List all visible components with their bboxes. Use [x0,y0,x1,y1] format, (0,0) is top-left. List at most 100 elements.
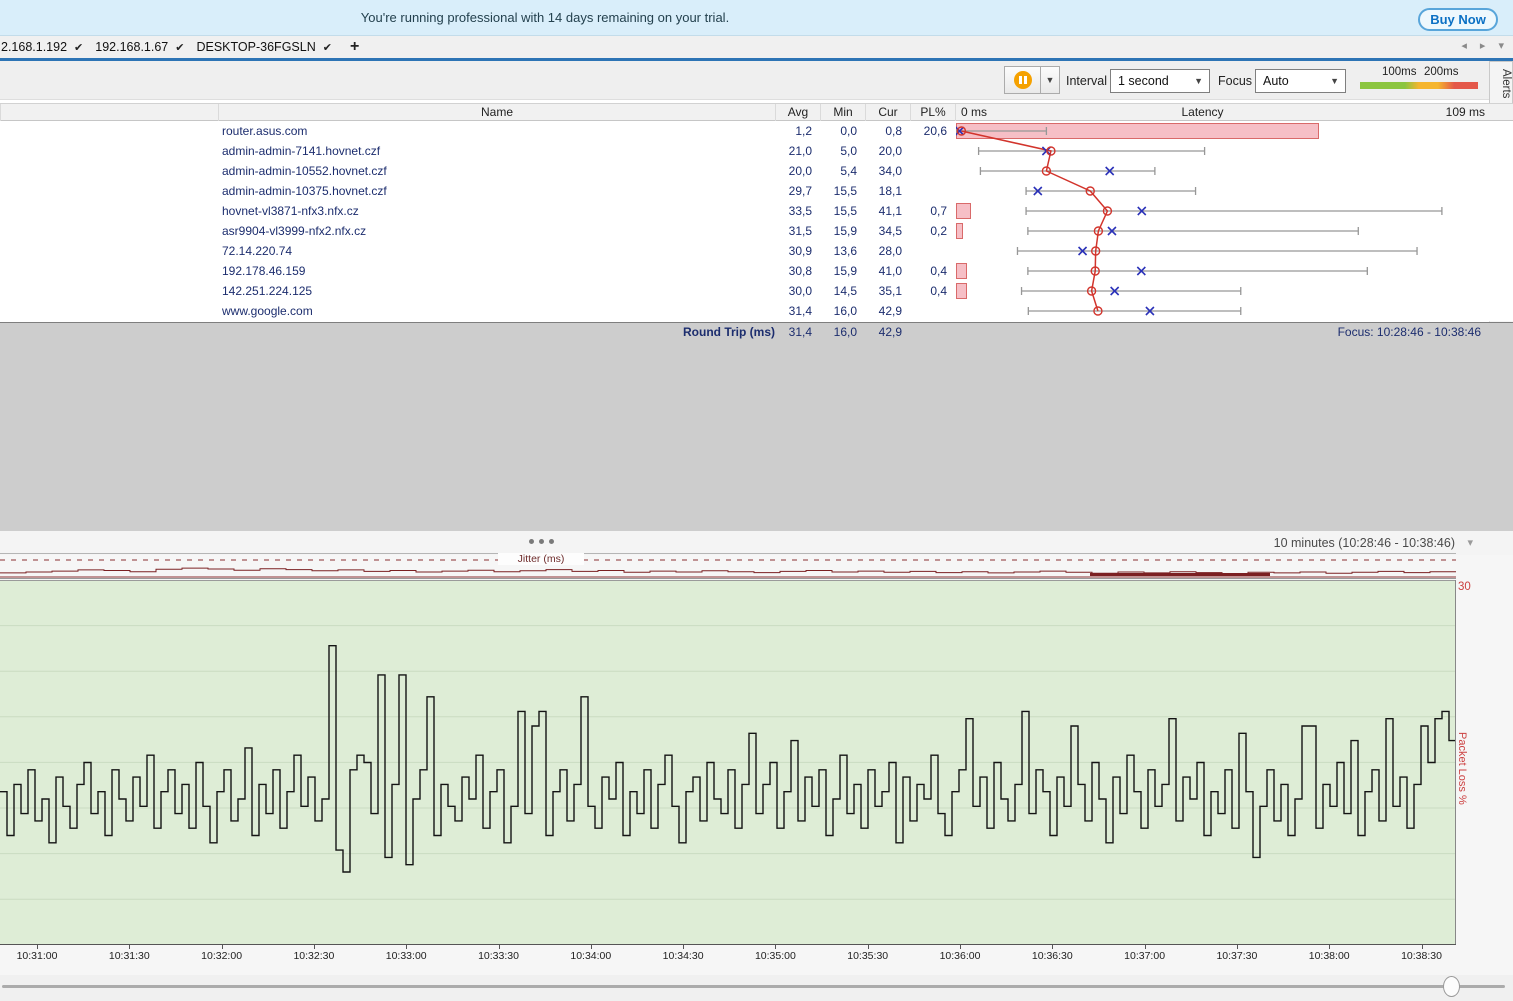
interval-value: 1 second [1118,74,1169,88]
latency-title: Latency [956,104,1449,121]
latency-header: 0 ms Latency 109 ms [955,104,1513,122]
hop-name: 72.14.220.74 [222,244,292,258]
empty-panel [0,341,1513,531]
trial-banner: You're running professional with 14 days… [0,0,1513,36]
target-tabs: 2.168.1.192✔192.168.1.67✔DESKTOP-36FGSLN… [0,36,365,58]
timeline-graph[interactable] [0,580,1456,945]
focus-value: Auto [1263,74,1289,88]
cell-pl: 0,4 [895,264,947,278]
scale-label-200ms: 200ms [1424,66,1459,78]
chevron-down-icon: ▼ [1194,70,1203,92]
axis-tick [868,945,869,949]
time-tick-label: 10:32:00 [190,950,254,962]
pause-button[interactable] [1004,66,1040,94]
packet-loss-bar [957,264,967,279]
packet-loss-bar [957,224,963,239]
axis-tick [591,945,592,949]
buy-now-button[interactable]: Buy Now [1418,8,1498,31]
column-header-name[interactable]: Name [218,104,775,122]
time-tick-label: 10:36:00 [928,950,992,962]
trace-table-header: Name Avg Min Cur PL% 0 ms Latency 109 ms [0,103,1513,121]
hop-name: asr9904-vl3999-nfx2.nfx.cz [222,224,366,238]
hop-name: admin-admin-7141.hovnet.czf [222,144,380,158]
chevron-down-icon: ▼ [1046,75,1055,85]
scale-label-100ms: 100ms [1382,66,1417,78]
splitter-strip: 10 minutes (10:28:46 - 10:38:46) ▾ [0,531,1513,555]
cell-cur: 34,0 [850,164,902,178]
hop-name: admin-admin-10552.hovnet.czf [222,164,387,178]
time-tick-label: 10:31:30 [97,950,161,962]
axis-tick [960,945,961,949]
hop-name: hovnet-vl3871-nfx3.nfx.cz [222,204,359,218]
tab-label: 192.168.1.67 [95,40,168,54]
jitter-axis-label: Jitter (ms) [498,553,584,565]
time-tick-label: 10:34:00 [559,950,623,962]
target-tab[interactable]: 192.168.1.67 ✔ [95,36,196,58]
scrollbar-thumb[interactable] [1443,976,1460,997]
axis-tick [1329,945,1330,949]
axis-tick [775,945,776,949]
time-tick-label: 10:35:00 [743,950,807,962]
cell-cur: 28,0 [850,244,902,258]
axis-tick [1237,945,1238,949]
trace-toolbar: ▼ Interval 1 second ▼ Focus Auto ▼ 100ms… [0,61,1513,100]
check-icon: ✔ [175,41,184,54]
axis-tick [314,945,315,949]
pingplotter-window: You're running professional with 14 days… [0,0,1513,1001]
target-tab[interactable]: DESKTOP-36FGSLN ✔ [196,36,343,58]
cell-cur: 42,9 [850,304,902,318]
time-tick-label: 10:37:00 [1113,950,1177,962]
target-tab-bar: 2.168.1.192✔192.168.1.67✔DESKTOP-36FGSLN… [0,36,1513,58]
round-trip-cur: 42,9 [850,325,902,339]
focus-select[interactable]: Auto ▼ [1255,69,1346,93]
column-header-min[interactable]: Min [820,104,865,122]
hop-name: 192.178.46.159 [222,264,305,278]
time-tick-label: 10:33:30 [467,950,531,962]
alerts-side-tab[interactable]: Alerts [1489,61,1513,107]
cell-cur: 20,0 [850,144,902,158]
cell-pl: 0,7 [895,204,947,218]
cell-pl: 0,2 [895,224,947,238]
cell-cur: 18,1 [850,184,902,198]
cell-pl: 20,6 [895,124,947,138]
time-tick-label: 10:35:30 [836,950,900,962]
latency-color-scale [1360,82,1478,89]
cell-pl: 0,4 [895,284,947,298]
time-tick-label: 10:33:00 [374,950,438,962]
avg-latency-line [961,131,1107,311]
hop-name: 142.251.224.125 [222,284,312,298]
time-tick-label: 10:36:30 [1020,950,1084,962]
latency-scale-max: 109 ms [1446,104,1485,121]
new-tab-button[interactable]: + [344,38,365,56]
time-tick-label: 10:31:00 [5,950,69,962]
interval-select[interactable]: 1 second ▼ [1110,69,1210,93]
time-tick-label: 10:37:30 [1205,950,1269,962]
latency-graph [956,121,1449,321]
scrollbar-track[interactable] [2,985,1505,988]
tab-label: DESKTOP-36FGSLN [196,40,315,54]
time-tick-label: 10:38:30 [1390,950,1454,962]
focus-label: Focus [1218,74,1252,88]
trial-message: You're running professional with 14 days… [0,0,1090,36]
chevron-down-icon[interactable]: ▾ [1467,536,1473,549]
interval-label: Interval [1066,74,1107,88]
hop-name: admin-admin-10375.hovnet.czf [222,184,387,198]
column-header-avg[interactable]: Avg [775,104,820,122]
column-header-cur[interactable]: Cur [865,104,910,122]
pause-options-dropdown[interactable]: ▼ [1040,66,1060,94]
pause-icon [1014,71,1032,89]
timeline-scrollbar [0,975,1513,1001]
time-range-selector[interactable]: 10 minutes (10:28:46 - 10:38:46) [1274,536,1455,550]
tab-scroll-arrows[interactable]: ◂ ▸ ▾ [1461,39,1509,52]
time-tick-label: 10:32:30 [282,950,346,962]
column-header-blank [0,104,218,122]
splitter-handle[interactable] [529,539,554,544]
check-icon: ✔ [74,41,83,54]
axis-tick [37,945,38,949]
axis-tick [499,945,500,949]
column-header-pl[interactable]: PL% [910,104,955,122]
check-icon: ✔ [323,41,332,54]
axis-tick [129,945,130,949]
target-tab[interactable]: 2.168.1.192✔ [0,36,95,58]
pause-button-group: ▼ [1004,66,1060,94]
